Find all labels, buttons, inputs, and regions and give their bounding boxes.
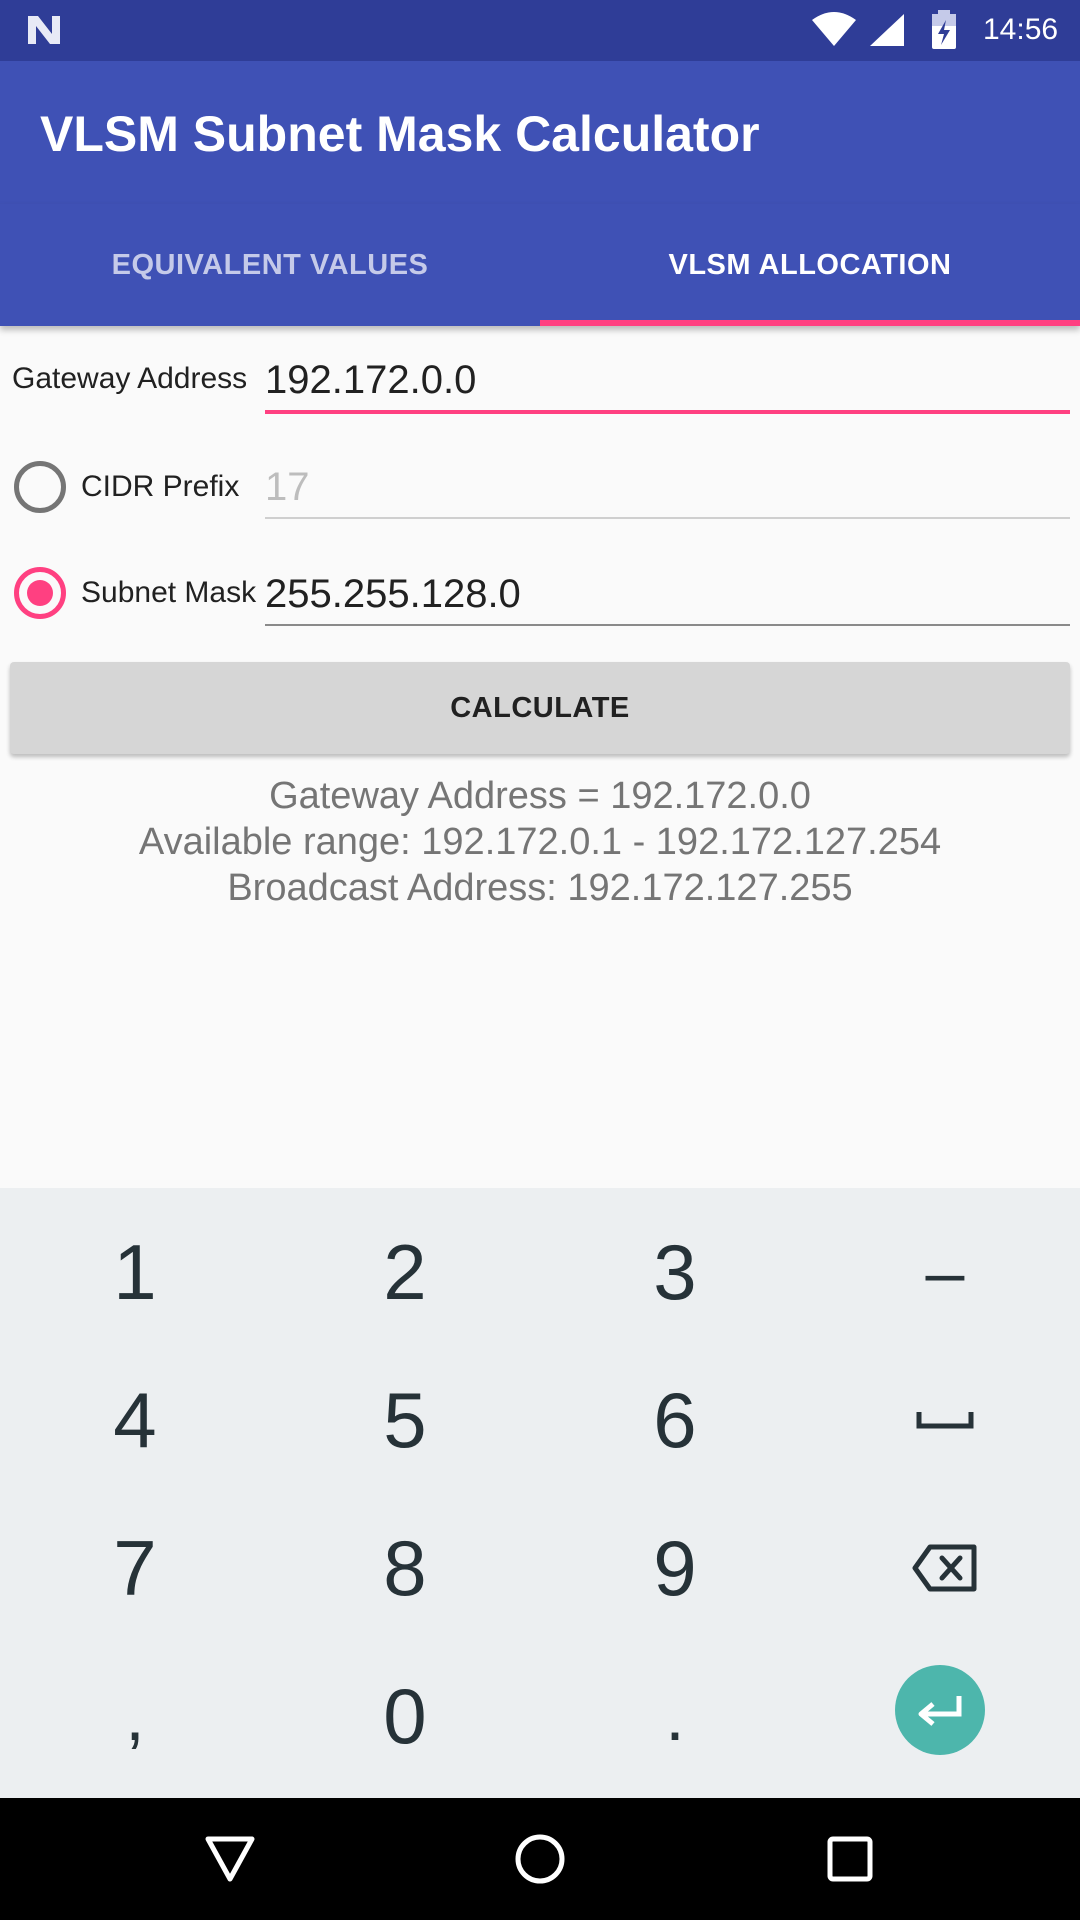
numeric-keyboard: 1 2 3 – 4 5 6 7 8 9 , 0 . bbox=[0, 1188, 1080, 1798]
key-backspace[interactable] bbox=[810, 1494, 1080, 1642]
status-bar: 14:56 bbox=[0, 0, 1080, 61]
key-dot[interactable]: . bbox=[540, 1642, 810, 1790]
cidr-prefix-input[interactable]: 17 bbox=[265, 457, 1070, 517]
subnet-mask-input[interactable]: 255.255.128.0 bbox=[265, 564, 1070, 624]
key-1[interactable]: 1 bbox=[0, 1198, 270, 1346]
recents-square-icon[interactable] bbox=[820, 1829, 880, 1889]
wifi-icon bbox=[812, 12, 856, 46]
subnet-input-underline bbox=[265, 624, 1070, 626]
subnet-mask-label: Subnet Mask bbox=[81, 576, 257, 609]
navigation-bar bbox=[0, 1798, 1080, 1920]
tab-equivalent-values[interactable]: EQUIVALENT VALUES bbox=[0, 204, 540, 326]
key-8[interactable]: 8 bbox=[270, 1494, 540, 1642]
key-space[interactable] bbox=[810, 1346, 1080, 1494]
key-dash[interactable]: – bbox=[810, 1198, 1080, 1346]
key-enter[interactable] bbox=[805, 1636, 1075, 1784]
space-icon bbox=[916, 1412, 974, 1429]
key-4[interactable]: 4 bbox=[0, 1346, 270, 1494]
back-triangle-icon[interactable] bbox=[200, 1829, 260, 1889]
key-7[interactable]: 7 bbox=[0, 1494, 270, 1642]
result-gateway-text: Gateway Address = 192.172.0.0 bbox=[269, 775, 811, 817]
cidr-prefix-radio[interactable] bbox=[14, 461, 66, 513]
result-range-text: Available range: 192.172.0.1 - 192.172.1… bbox=[138, 821, 942, 863]
gateway-input-underline bbox=[265, 410, 1070, 414]
enter-button-circle bbox=[895, 1665, 985, 1755]
battery-charging-icon bbox=[932, 10, 956, 49]
app-bar: VLSM Subnet Mask Calculator bbox=[0, 61, 1080, 204]
gateway-address-label: Gateway Address bbox=[12, 362, 248, 395]
key-3[interactable]: 3 bbox=[540, 1198, 810, 1346]
app-title: VLSM Subnet Mask Calculator bbox=[40, 106, 760, 162]
key-5[interactable]: 5 bbox=[270, 1346, 540, 1494]
radio-selected-dot bbox=[27, 580, 53, 606]
notification-n-icon bbox=[28, 16, 60, 44]
result-broadcast-text: Broadcast Address: 192.172.127.255 bbox=[227, 867, 853, 909]
key-0[interactable]: 0 bbox=[270, 1642, 540, 1790]
calculate-button[interactable]: CALCULATE bbox=[10, 662, 1070, 754]
cidr-prefix-label: CIDR Prefix bbox=[81, 470, 240, 503]
key-9[interactable]: 9 bbox=[540, 1494, 810, 1642]
key-2[interactable]: 2 bbox=[270, 1198, 540, 1346]
backspace-icon bbox=[912, 1544, 977, 1592]
status-time: 14:56 bbox=[983, 13, 1059, 46]
key-comma[interactable]: , bbox=[0, 1642, 270, 1790]
tab-selected-indicator bbox=[540, 320, 1080, 326]
cidr-input-underline bbox=[265, 517, 1070, 519]
tab-bar: EQUIVALENT VALUES VLSM ALLOCATION bbox=[0, 204, 1080, 326]
home-circle-icon[interactable] bbox=[510, 1829, 570, 1889]
gateway-address-input[interactable]: 192.172.0.0 bbox=[265, 350, 1070, 410]
signal-icon bbox=[870, 14, 904, 46]
subnet-mask-radio[interactable] bbox=[14, 567, 66, 619]
enter-icon bbox=[918, 1696, 962, 1726]
tab-vlsm-allocation[interactable]: VLSM ALLOCATION bbox=[540, 204, 1080, 326]
key-6[interactable]: 6 bbox=[540, 1346, 810, 1494]
